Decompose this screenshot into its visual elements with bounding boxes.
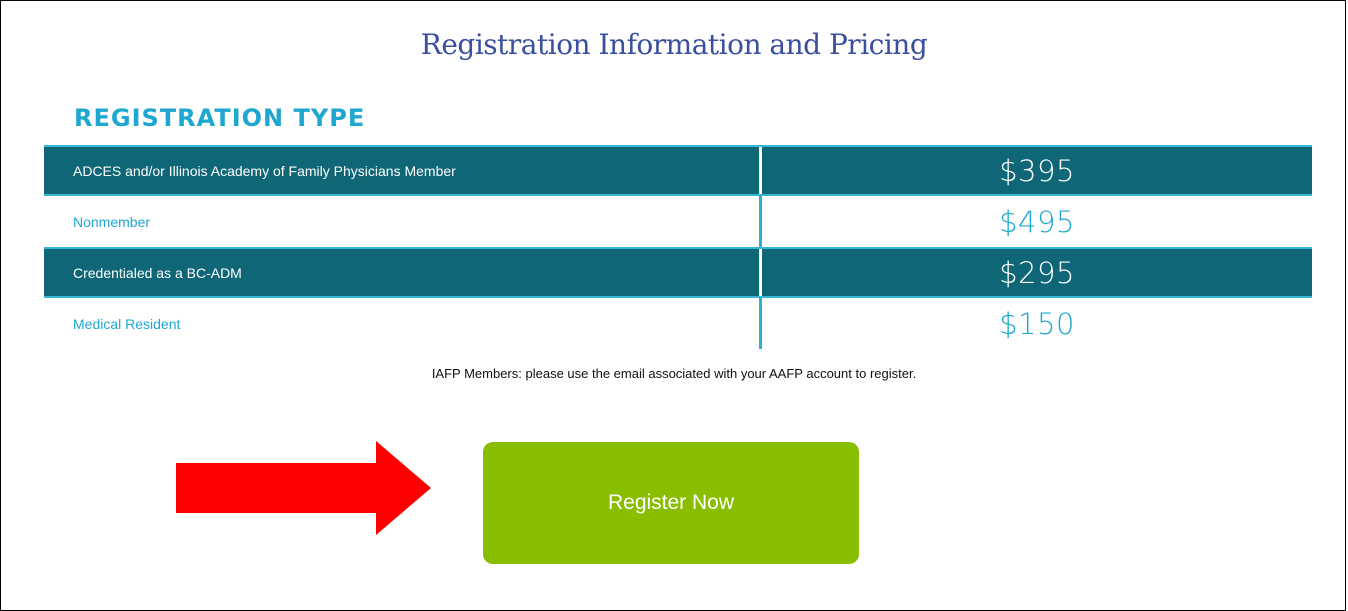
pricing-row-label: Nonmember (73, 213, 151, 230)
pricing-row-resident: Medical Resident $150 (44, 298, 1312, 349)
pricing-table: ADCES and/or Illinois Academy of Family … (44, 145, 1312, 349)
pricing-row-label: Medical Resident (73, 315, 181, 332)
section-heading: REGISTRATION TYPE (74, 104, 366, 132)
member-email-note: IAFP Members: please use the email assoc… (431, 366, 917, 381)
pricing-row-nonmember: Nonmember $495 (44, 196, 1312, 247)
pricing-row-price: $495 (999, 204, 1075, 239)
pricing-row-label: Credentialed as a BC-ADM (73, 264, 242, 281)
register-now-button[interactable]: Register Now (483, 442, 859, 564)
pricing-row-bc-adm: Credentialed as a BC-ADM $295 (44, 247, 1312, 298)
pricing-row-price: $295 (999, 255, 1075, 290)
pricing-row-member: ADCES and/or Illinois Academy of Family … (44, 145, 1312, 196)
red-arrow-right-icon (176, 441, 431, 535)
pricing-row-label: ADCES and/or Illinois Academy of Family … (73, 162, 456, 179)
pricing-row-price: $395 (999, 153, 1075, 188)
page-title: Registration Information and Pricing (420, 28, 928, 61)
pricing-row-price: $150 (999, 306, 1075, 341)
